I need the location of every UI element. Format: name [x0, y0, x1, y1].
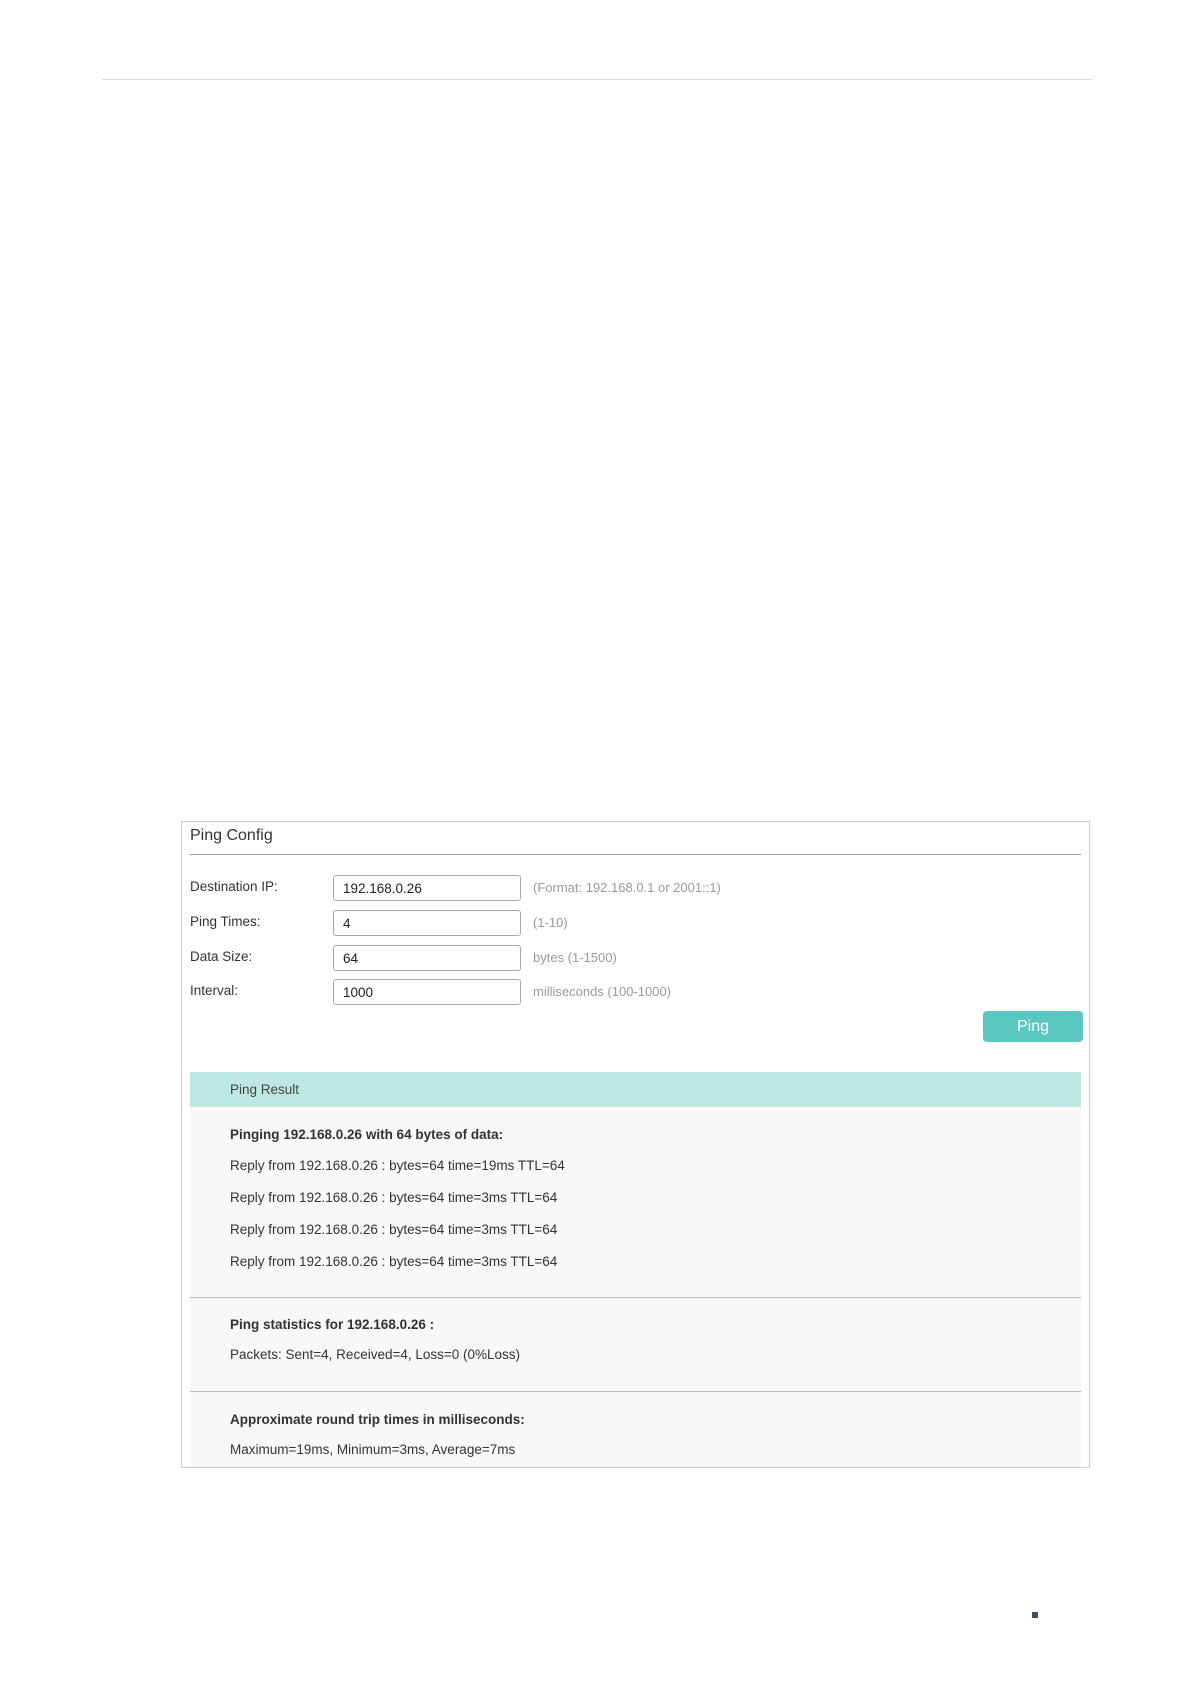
ping-times-label: Ping Times:	[190, 914, 261, 929]
destination-ip-row: Destination IP: (Format: 192.168.0.1 or …	[182, 875, 1089, 902]
reply-line: Reply from 192.168.0.26 : bytes=64 time=…	[230, 1222, 558, 1237]
interval-hint: milliseconds (100-1000)	[533, 984, 672, 999]
data-size-label: Data Size:	[190, 949, 253, 964]
stats-title: Ping statistics for 192.168.0.26 :	[230, 1317, 435, 1332]
reply-line: Reply from 192.168.0.26 : bytes=64 time=…	[230, 1190, 558, 1205]
reply-line: Reply from 192.168.0.26 : bytes=64 time=…	[230, 1254, 558, 1269]
rtt-title: Approximate round trip times in millisec…	[230, 1412, 525, 1427]
ping-result-header: Ping Result	[190, 1072, 1081, 1107]
ping-times-row: Ping Times: (1-10)	[182, 910, 1089, 937]
interval-row: Interval: milliseconds (100-1000)	[182, 979, 1089, 1006]
reply-line: Reply from 192.168.0.26 : bytes=64 time=…	[230, 1158, 565, 1173]
ping-result-title: Ping Result	[230, 1082, 300, 1097]
data-size-input[interactable]	[333, 945, 521, 971]
page-header-rule	[102, 79, 1092, 80]
destination-ip-input[interactable]	[333, 875, 521, 901]
destination-ip-hint: (Format: 192.168.0.1 or 2001::1)	[533, 880, 721, 895]
pinging-line: Pinging 192.168.0.26 with 64 bytes of da…	[230, 1127, 504, 1142]
destination-ip-label: Destination IP:	[190, 879, 278, 894]
ping-result-body: Pinging 192.168.0.26 with 64 bytes of da…	[190, 1107, 1081, 1467]
rtt-line: Maximum=19ms, Minimum=3ms, Average=7ms	[230, 1442, 516, 1457]
page-marker	[1032, 1612, 1038, 1618]
ping-config-panel: Ping Config Destination IP: (Format: 192…	[181, 821, 1090, 1468]
interval-input[interactable]	[333, 979, 521, 1005]
data-size-hint: bytes (1-1500)	[533, 950, 617, 965]
result-divider	[190, 1391, 1081, 1392]
result-divider	[190, 1297, 1081, 1298]
panel-title: Ping Config	[190, 827, 273, 844]
stats-line: Packets: Sent=4, Received=4, Loss=0 (0%L…	[230, 1347, 521, 1362]
panel-title-divider	[190, 854, 1081, 855]
ping-times-input[interactable]	[333, 910, 521, 936]
ping-button[interactable]: Ping	[983, 1011, 1083, 1042]
ping-times-hint: (1-10)	[533, 915, 568, 930]
data-size-row: Data Size: bytes (1-1500)	[182, 945, 1089, 972]
interval-label: Interval:	[190, 983, 239, 998]
